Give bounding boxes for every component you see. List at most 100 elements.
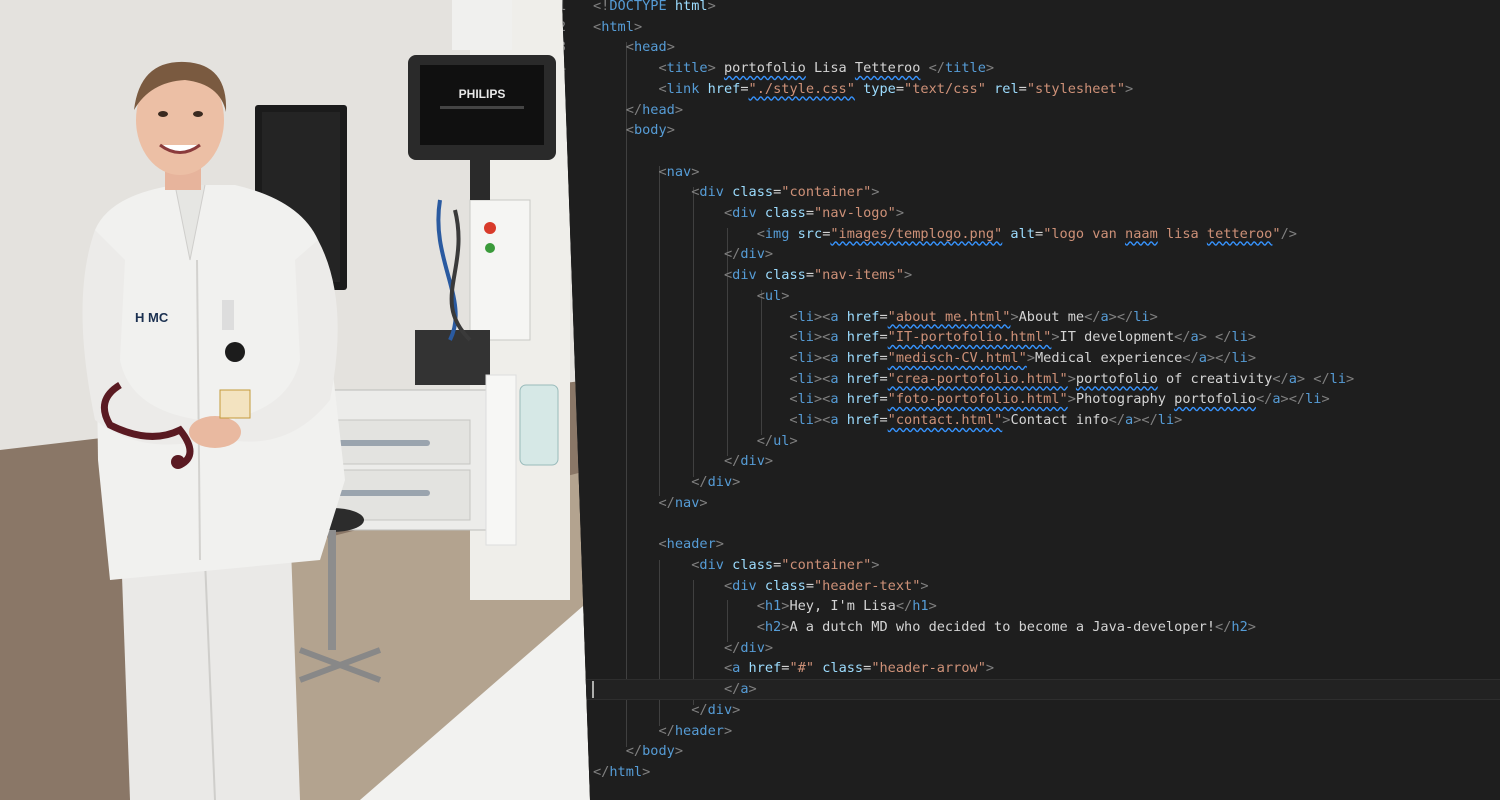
code-text[interactable]: <img src="images/templogo.png" alt="logo…: [593, 224, 1297, 245]
code-line[interactable]: 14 <div class="nav-items">: [562, 265, 1500, 286]
code-text[interactable]: <div class="container">: [593, 555, 879, 576]
code-line[interactable]: 38</html>: [562, 762, 1500, 783]
code-token: </: [895, 598, 913, 615]
code-token: lisa: [1157, 225, 1207, 242]
code-token: >: [1247, 329, 1256, 346]
code-token: =: [740, 80, 749, 97]
code-token: <: [789, 412, 798, 428]
code-text[interactable]: <!DOCTYPE html>: [593, 0, 716, 17]
code-text[interactable]: </div>: [593, 472, 740, 493]
code-text[interactable]: <div class="nav-items">: [593, 265, 912, 286]
code-text[interactable]: <div class="header-text">: [593, 576, 929, 597]
code-text[interactable]: <body>: [593, 120, 675, 141]
code-line[interactable]: 29 <div class="header-text">: [562, 576, 1500, 597]
code-text[interactable]: </ul>: [593, 431, 798, 452]
code-token: Hey, I'm Lisa: [789, 598, 896, 615]
code-text[interactable]: </a>: [593, 679, 757, 700]
code-line[interactable]: 12 <img src="images/templogo.png" alt="l…: [562, 224, 1500, 245]
code-token: <!: [593, 0, 610, 14]
portrait-photo: PHILIPS H MC: [0, 0, 590, 800]
code-text[interactable]: </div>: [593, 638, 773, 659]
code-line[interactable]: 24 </div>: [562, 472, 1500, 493]
code-line[interactable]: 11 <div class="nav-logo">: [562, 203, 1500, 224]
code-line[interactable]: 22 </ul>: [562, 431, 1500, 452]
code-line[interactable]: 32 </div>: [562, 638, 1500, 659]
code-line[interactable]: 35 </div>: [562, 700, 1500, 721]
code-line[interactable]: 28 <div class="container">: [562, 555, 1500, 576]
code-token: class: [764, 205, 806, 221]
code-text[interactable]: <li><a href="contact.html">Contact info<…: [593, 410, 1182, 431]
code-text[interactable]: <li><a href="medisch-CV.html">Medical ex…: [593, 348, 1256, 369]
code-text[interactable]: </header>: [593, 721, 732, 742]
code-text[interactable]: <div class="container">: [593, 182, 879, 203]
code-text[interactable]: <header>: [593, 534, 723, 555]
code-token: type: [854, 80, 896, 97]
code-line[interactable]: 6 </head>: [562, 100, 1500, 121]
code-token: >: [781, 287, 790, 304]
code-line[interactable]: 25 </nav>: [562, 493, 1500, 514]
code-text[interactable]: <li><a href="foto-portofolio.html">Photo…: [593, 389, 1329, 410]
code-text[interactable]: <li><a href="crea-portofolio.html">porto…: [593, 369, 1354, 390]
code-line[interactable]: 5 <link href="./style.css" type="text/cs…: [562, 79, 1500, 100]
code-line[interactable]: 16 <li><a href="about me.html">About me<…: [562, 307, 1500, 328]
code-token: header: [674, 722, 724, 739]
code-token: ><: [813, 412, 831, 428]
code-text[interactable]: </div>: [593, 244, 773, 265]
code-line[interactable]: 34 </a>: [562, 679, 1500, 700]
code-token: =: [879, 329, 888, 346]
code-token: li: [797, 349, 814, 366]
code-token: <: [625, 39, 634, 56]
code-token: >: [764, 246, 774, 263]
code-text[interactable]: <ul>: [593, 286, 790, 307]
code-text[interactable]: </nav>: [593, 493, 707, 514]
code-line[interactable]: 33 <a href="#" class="header-arrow">: [562, 658, 1500, 679]
code-text[interactable]: </head>: [593, 100, 683, 121]
code-line[interactable]: 3 <head>: [562, 37, 1500, 58]
code-token: =: [879, 412, 888, 428]
code-line[interactable]: 21 <li><a href="contact.html">Contact in…: [562, 410, 1500, 431]
code-line[interactable]: 19 <li><a href="crea-portofolio.html">po…: [562, 369, 1500, 390]
code-text[interactable]: </div>: [593, 451, 773, 472]
code-line[interactable]: 2<html>: [562, 17, 1500, 38]
code-token: =: [805, 205, 814, 221]
code-line[interactable]: 15 <ul>: [562, 286, 1500, 307]
code-line[interactable]: 26: [562, 514, 1500, 535]
code-token: IT development: [1059, 329, 1175, 346]
code-line[interactable]: 27 <header>: [562, 534, 1500, 555]
code-line[interactable]: 1<!DOCTYPE html>: [562, 0, 1500, 17]
code-text[interactable]: <div class="nav-logo">: [593, 203, 904, 224]
code-line[interactable]: 30 <h1>Hey, I'm Lisa</h1>: [562, 596, 1500, 617]
code-line[interactable]: 31 <h2>A a dutch MD who decided to becom…: [562, 617, 1500, 638]
code-line[interactable]: 23 </div>: [562, 451, 1500, 472]
code-line[interactable]: 13 </div>: [562, 244, 1500, 265]
code-text[interactable]: </body>: [593, 741, 683, 762]
code-text[interactable]: <a href="#" class="header-arrow">: [593, 658, 994, 679]
code-line[interactable]: 36 </header>: [562, 721, 1500, 742]
code-text[interactable]: <li><a href="IT-portofolio.html">IT deve…: [593, 327, 1256, 348]
code-line[interactable]: 10 <div class="container">: [562, 182, 1500, 203]
code-text[interactable]: <li><a href="about me.html">About me</a>…: [593, 307, 1157, 328]
code-text[interactable]: <h2>A a dutch MD who decided to become a…: [593, 617, 1256, 638]
code-line[interactable]: 4 <title> portofolio Lisa Tetteroo </tit…: [562, 58, 1500, 79]
code-token: >: [732, 701, 741, 718]
code-token: <: [723, 660, 733, 677]
code-line[interactable]: 20 <li><a href="foto-portofolio.html">Ph…: [562, 389, 1500, 410]
code-text[interactable]: <html>: [593, 17, 642, 38]
code-line[interactable]: 37 </body>: [562, 741, 1500, 762]
code-text[interactable]: </html>: [593, 762, 650, 783]
code-token: </: [756, 432, 774, 449]
code-text[interactable]: <h1>Hey, I'm Lisa</h1>: [593, 596, 937, 617]
code-text[interactable]: </div>: [593, 700, 740, 721]
code-line[interactable]: 7 <body>: [562, 120, 1500, 141]
code-text[interactable]: <title> portofolio Lisa Tetteroo </title…: [593, 58, 994, 79]
code-line[interactable]: 17 <li><a href="IT-portofolio.html">IT d…: [562, 327, 1500, 348]
code-text[interactable]: <head>: [593, 37, 675, 58]
code-line[interactable]: 8: [562, 141, 1500, 162]
code-token: </: [723, 246, 741, 263]
code-text[interactable]: <nav>: [593, 162, 699, 183]
code-token: h2: [1231, 619, 1248, 635]
code-line[interactable]: 9 <nav>: [562, 162, 1500, 183]
code-editor[interactable]: 1<!DOCTYPE html>2<html>3 <head>4 <title>…: [562, 0, 1500, 800]
code-text[interactable]: <link href="./style.css" type="text/css"…: [593, 79, 1133, 100]
code-line[interactable]: 18 <li><a href="medisch-CV.html">Medical…: [562, 348, 1500, 369]
